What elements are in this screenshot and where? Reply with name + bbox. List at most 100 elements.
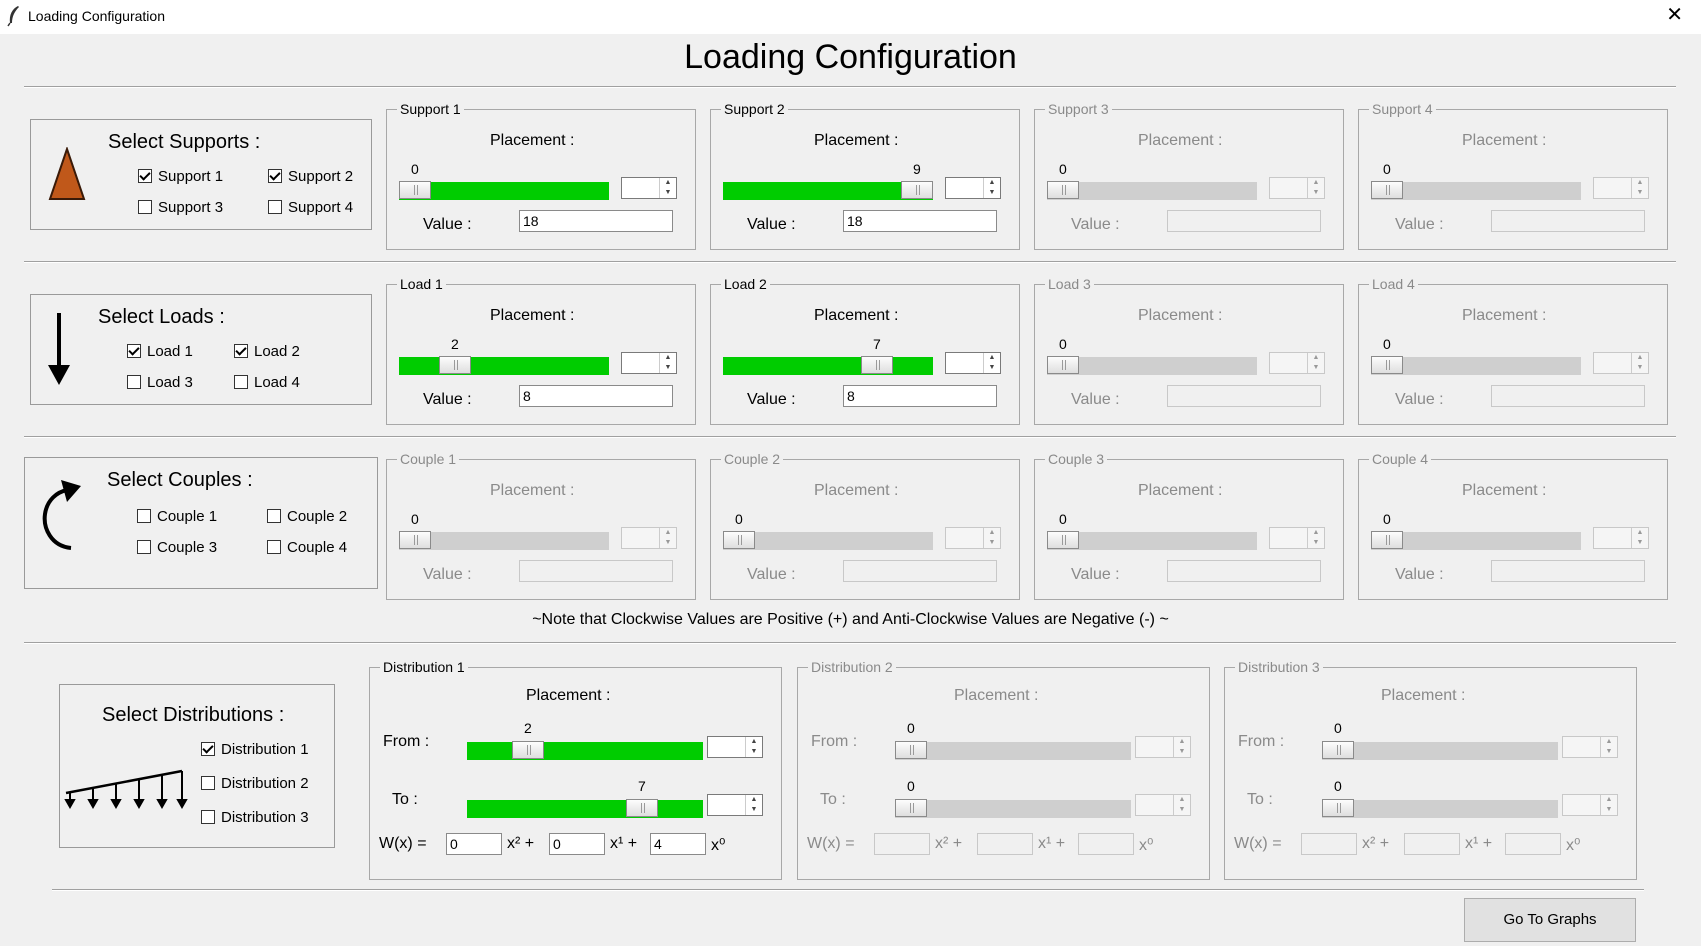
- spin-arrows-icon[interactable]: ▲ ▼: [1600, 737, 1617, 757]
- value-input[interactable]: 8: [843, 385, 997, 407]
- checkbox-load-3[interactable]: Load 3: [127, 374, 193, 391]
- coefficient-x1-input[interactable]: [1404, 833, 1460, 855]
- placement-spinbox[interactable]: ▲ ▼: [1269, 527, 1325, 549]
- slider-thumb[interactable]: [723, 531, 755, 549]
- slider-thumb[interactable]: [512, 741, 544, 759]
- coefficient-x1-input[interactable]: [977, 833, 1033, 855]
- slider-thumb[interactable]: [1047, 356, 1079, 374]
- checkbox-box[interactable]: [234, 344, 248, 358]
- value-input[interactable]: 8: [519, 385, 673, 407]
- slider-thumb[interactable]: [895, 799, 927, 817]
- value-input[interactable]: [1491, 385, 1645, 407]
- placement-slider[interactable]: [399, 181, 609, 200]
- coefficient-x0-input[interactable]: [1078, 833, 1134, 855]
- spin-arrows-icon[interactable]: ▲ ▼: [1173, 795, 1190, 815]
- checkbox-distribution-1[interactable]: Distribution 1: [201, 741, 309, 758]
- value-input[interactable]: [1491, 560, 1645, 582]
- placement-spinbox[interactable]: ▲ ▼: [621, 177, 677, 199]
- placement-slider[interactable]: [1371, 356, 1581, 375]
- checkbox-distribution-3[interactable]: Distribution 3: [201, 809, 309, 826]
- checkbox-couple-2[interactable]: Couple 2: [267, 508, 347, 525]
- placement-spinbox[interactable]: ▲ ▼: [1593, 177, 1649, 199]
- checkbox-box[interactable]: [137, 540, 151, 554]
- coefficient-x1-input[interactable]: 0: [549, 833, 605, 855]
- checkbox-box[interactable]: [137, 509, 151, 523]
- spin-arrows-icon[interactable]: ▲ ▼: [1631, 528, 1648, 548]
- slider-thumb[interactable]: [1322, 799, 1354, 817]
- checkbox-couple-1[interactable]: Couple 1: [137, 508, 217, 525]
- spin-arrows-icon[interactable]: ▲ ▼: [745, 737, 762, 757]
- value-input[interactable]: [1167, 560, 1321, 582]
- checkbox-box[interactable]: [127, 375, 141, 389]
- checkbox-box[interactable]: [201, 810, 215, 824]
- slider-thumb[interactable]: [626, 799, 658, 817]
- coefficient-x2-input[interactable]: 0: [446, 833, 502, 855]
- checkbox-distribution-2[interactable]: Distribution 2: [201, 775, 309, 792]
- spin-arrows-icon[interactable]: ▲ ▼: [1173, 737, 1190, 757]
- placement-slider[interactable]: [1047, 181, 1257, 200]
- checkbox-load-4[interactable]: Load 4: [234, 374, 300, 391]
- slider-thumb[interactable]: [1322, 741, 1354, 759]
- value-input[interactable]: [1491, 210, 1645, 232]
- spin-arrows-icon[interactable]: ▲ ▼: [983, 178, 1000, 198]
- from-slider[interactable]: [1322, 741, 1558, 760]
- slider-thumb[interactable]: [861, 356, 893, 374]
- checkbox-load-1[interactable]: Load 1: [127, 343, 193, 360]
- to-spinbox[interactable]: ▲ ▼: [707, 794, 763, 816]
- placement-slider[interactable]: [1371, 181, 1581, 200]
- value-input[interactable]: [1167, 210, 1321, 232]
- placement-slider[interactable]: [723, 181, 933, 200]
- from-spinbox[interactable]: ▲ ▼: [707, 736, 763, 758]
- close-icon[interactable]: ✕: [1666, 4, 1683, 26]
- value-input[interactable]: [1167, 385, 1321, 407]
- to-slider[interactable]: [1322, 799, 1558, 818]
- slider-thumb[interactable]: [1371, 181, 1403, 199]
- spin-arrows-icon[interactable]: ▲ ▼: [1631, 353, 1648, 373]
- placement-spinbox[interactable]: ▲ ▼: [1269, 352, 1325, 374]
- coefficient-x0-input[interactable]: [1505, 833, 1561, 855]
- spin-arrows-icon[interactable]: ▲ ▼: [1631, 178, 1648, 198]
- slider-thumb[interactable]: [439, 356, 471, 374]
- value-input[interactable]: 18: [843, 210, 997, 232]
- checkbox-load-2[interactable]: Load 2: [234, 343, 300, 360]
- spin-arrows-icon[interactable]: ▲ ▼: [1307, 528, 1324, 548]
- spin-arrows-icon[interactable]: ▲ ▼: [745, 795, 762, 815]
- to-spinbox[interactable]: ▲ ▼: [1562, 794, 1618, 816]
- slider-thumb[interactable]: [1047, 531, 1079, 549]
- checkbox-couple-3[interactable]: Couple 3: [137, 539, 217, 556]
- spin-arrows-icon[interactable]: ▲ ▼: [983, 353, 1000, 373]
- checkbox-box[interactable]: [138, 169, 152, 183]
- from-slider[interactable]: [895, 741, 1131, 760]
- slider-thumb[interactable]: [901, 181, 933, 199]
- spin-arrows-icon[interactable]: ▲ ▼: [659, 353, 676, 373]
- to-spinbox[interactable]: ▲ ▼: [1135, 794, 1191, 816]
- placement-spinbox[interactable]: ▲ ▼: [945, 177, 1001, 199]
- checkbox-support-4[interactable]: Support 4: [268, 199, 353, 216]
- slider-thumb[interactable]: [399, 531, 431, 549]
- value-input[interactable]: [843, 560, 997, 582]
- checkbox-box[interactable]: [267, 509, 281, 523]
- spin-arrows-icon[interactable]: ▲ ▼: [1600, 795, 1617, 815]
- slider-thumb[interactable]: [1371, 356, 1403, 374]
- placement-slider[interactable]: [1371, 531, 1581, 550]
- go-to-graphs-button[interactable]: Go To Graphs: [1464, 898, 1636, 942]
- spin-arrows-icon[interactable]: ▲ ▼: [659, 528, 676, 548]
- to-slider[interactable]: [895, 799, 1131, 818]
- placement-spinbox[interactable]: ▲ ▼: [621, 527, 677, 549]
- from-spinbox[interactable]: ▲ ▼: [1562, 736, 1618, 758]
- spin-arrows-icon[interactable]: ▲ ▼: [1307, 353, 1324, 373]
- slider-thumb[interactable]: [399, 181, 431, 199]
- checkbox-box[interactable]: [201, 742, 215, 756]
- placement-spinbox[interactable]: ▲ ▼: [1593, 527, 1649, 549]
- coefficient-x2-input[interactable]: [874, 833, 930, 855]
- placement-slider[interactable]: [1047, 531, 1257, 550]
- placement-spinbox[interactable]: ▲ ▼: [945, 352, 1001, 374]
- value-input[interactable]: [519, 560, 673, 582]
- checkbox-support-3[interactable]: Support 3: [138, 199, 223, 216]
- slider-thumb[interactable]: [1047, 181, 1079, 199]
- checkbox-support-2[interactable]: Support 2: [268, 168, 353, 185]
- checkbox-box[interactable]: [201, 776, 215, 790]
- checkbox-couple-4[interactable]: Couple 4: [267, 539, 347, 556]
- checkbox-support-1[interactable]: Support 1: [138, 168, 223, 185]
- placement-slider[interactable]: [1047, 356, 1257, 375]
